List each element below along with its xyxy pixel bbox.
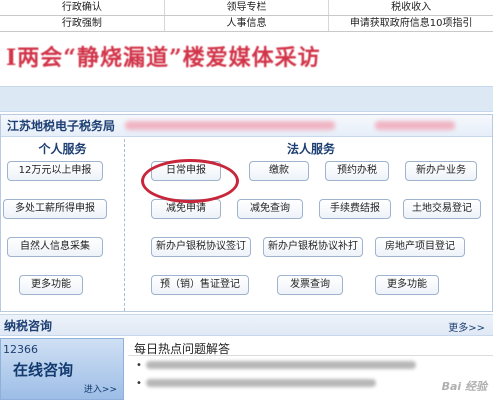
online-consult-label: 在线咨询 xyxy=(13,361,74,379)
btn-daily-declaration[interactable]: 日常申报 xyxy=(151,161,221,181)
btn-land-transaction-registration[interactable]: 土地交易登记 xyxy=(403,199,481,219)
panel-header: 江苏地税电子税务局 xyxy=(1,115,492,137)
link-administrative-enforcement[interactable]: 行政强制 xyxy=(0,16,165,31)
personal-services-title: 个人服务 xyxy=(38,142,87,156)
e-tax-bureau-panel: 江苏地税电子税务局 个人服务 12万元以上申报 多处工薪所得申报 自然人信息采集… xyxy=(0,114,493,312)
btn-invoice-query[interactable]: 发票查询 xyxy=(277,275,343,295)
btn-personal-more[interactable]: 更多功能 xyxy=(19,275,83,295)
btn-bank-tax-agreement-reprint[interactable]: 新办户银税协议补打 xyxy=(263,237,363,257)
bullet-icon: • xyxy=(136,359,142,371)
hot-questions-title: 每日热点问题解答 xyxy=(128,338,493,356)
top-links-row-1: 行政确认 领导专栏 税收收入 xyxy=(0,0,493,16)
btn-new-household[interactable]: 新办户业务 xyxy=(405,161,477,181)
link-leadership-column[interactable]: 领导专栏 xyxy=(165,0,330,15)
link-personnel-info[interactable]: 人事信息 xyxy=(165,16,330,31)
btn-reduction-application[interactable]: 减免申请 xyxy=(151,199,221,219)
watermark-logo: Bai 经验 xyxy=(441,380,487,393)
btn-multi-wage-declaration[interactable]: 多处工薪所得申报 xyxy=(3,199,107,219)
btn-over-120k-declaration[interactable]: 12万元以上申报 xyxy=(7,161,103,181)
bullet-icon: • xyxy=(136,377,142,389)
list-item[interactable]: • xyxy=(128,374,493,392)
online-consult-box[interactable]: 12366 在线咨询 进入>> xyxy=(0,338,124,400)
blurred-question xyxy=(145,361,416,369)
tax-consult-header: 纳税咨询 更多>> xyxy=(0,314,493,336)
section-divider-band xyxy=(0,86,493,112)
enter-link[interactable]: 进入>> xyxy=(84,382,117,395)
btn-real-estate-project-registration[interactable]: 房地产项目登记 xyxy=(375,237,465,257)
corporate-services-column: 法人服务 日常申报 缴款 预约办税 新办户业务 减免申请 减免查询 手续费结报 … xyxy=(129,139,493,311)
top-links-table: 行政确认 领导专栏 税收收入 行政强制 人事信息 申请获取政府信息10项指引 xyxy=(0,0,493,34)
news-banner[interactable]: I两会“静烧漏道”楼爱媒体采访 xyxy=(0,36,493,80)
panel-title: 江苏地税电子税务局 xyxy=(7,119,116,133)
btn-personal-info-collection[interactable]: 自然人信息采集 xyxy=(7,237,103,257)
corporate-services-title: 法人服务 xyxy=(286,142,335,156)
hot-questions-section: 每日热点问题解答 • • xyxy=(128,338,493,400)
btn-presale-certificate-registration[interactable]: 预（销）售证登记 xyxy=(151,275,249,295)
list-item[interactable]: • xyxy=(128,356,493,374)
btn-corporate-more[interactable]: 更多功能 xyxy=(375,275,439,295)
btn-bank-tax-agreement-sign[interactable]: 新办户银税协议签订 xyxy=(151,237,251,257)
link-tax-revenue[interactable]: 税收收入 xyxy=(329,0,493,15)
btn-payment[interactable]: 缴款 xyxy=(249,161,309,181)
banner-headline[interactable]: I两会“静烧漏道”楼爱媒体采访 xyxy=(6,40,487,72)
btn-fee-settlement[interactable]: 手续费结报 xyxy=(319,199,391,219)
hotline-number: 12366 xyxy=(3,343,38,356)
personal-services-column: 个人服务 12万元以上申报 多处工薪所得申报 自然人信息采集 更多功能 xyxy=(1,139,125,311)
top-links-row-2: 行政强制 人事信息 申请获取政府信息10项指引 xyxy=(0,16,493,32)
btn-appointment[interactable]: 预约办税 xyxy=(325,161,389,181)
link-administrative-confirmation[interactable]: 行政确认 xyxy=(0,0,165,15)
tax-consult-title: 纳税咨询 xyxy=(4,318,53,333)
consult-more-link[interactable]: 更多>> xyxy=(448,319,485,334)
blurred-notice xyxy=(125,121,336,130)
blurred-notice-2 xyxy=(375,121,456,130)
link-info-disclosure-guide[interactable]: 申请获取政府信息10项指引 xyxy=(329,16,493,31)
btn-reduction-query[interactable]: 减免查询 xyxy=(237,199,303,219)
blurred-question xyxy=(145,379,376,387)
